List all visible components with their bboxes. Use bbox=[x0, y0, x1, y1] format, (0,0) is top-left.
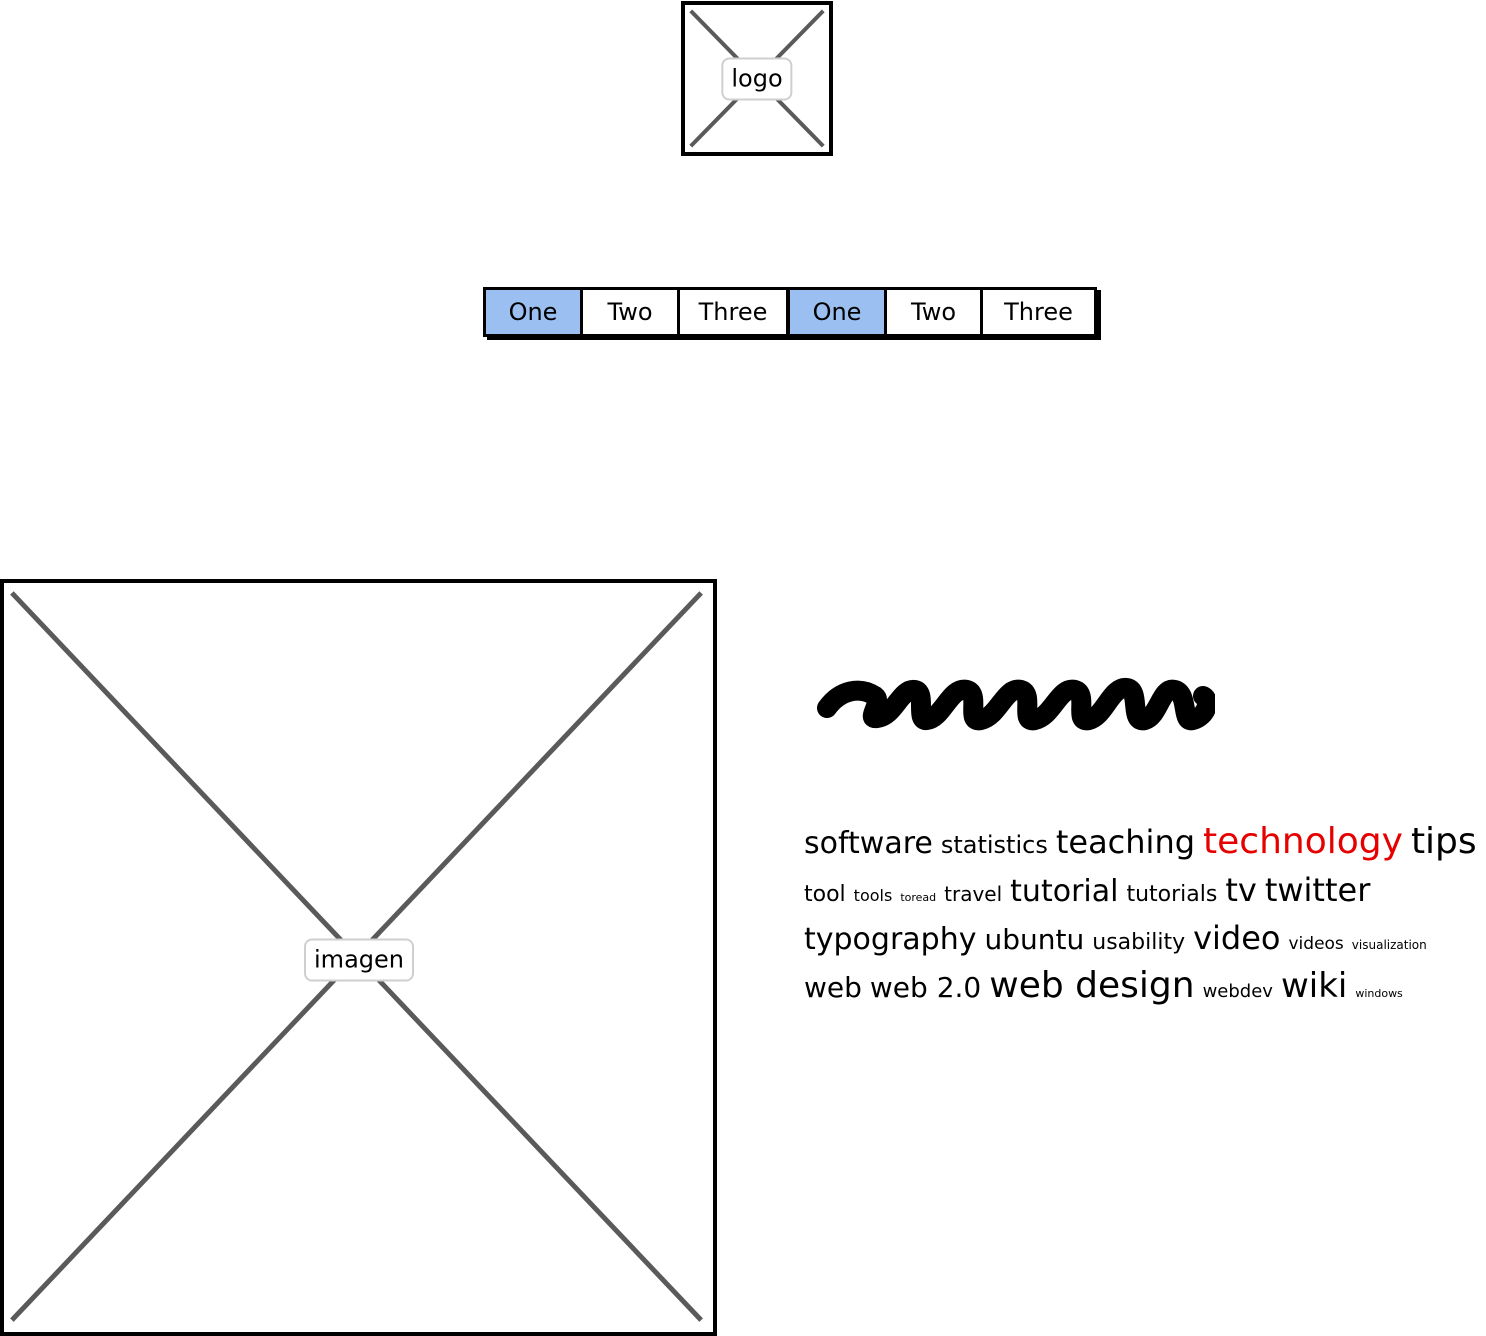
tab-three[interactable]: Three bbox=[680, 290, 786, 334]
tag-link[interactable]: wiki bbox=[1281, 962, 1347, 1010]
tag-link[interactable]: videos bbox=[1289, 920, 1344, 968]
logo-label: logo bbox=[721, 57, 793, 100]
tag-link[interactable]: teaching bbox=[1056, 818, 1195, 866]
tag-link[interactable]: web 2.0 bbox=[870, 964, 981, 1012]
tab-bar-primary: One Two Three bbox=[483, 287, 789, 337]
tag-cloud: software statistics teaching technology tips… bbox=[804, 818, 1477, 1010]
tag-link[interactable]: technology bbox=[1203, 818, 1403, 866]
tab-two[interactable]: Two bbox=[887, 290, 983, 334]
logo-placeholder[interactable]: logo bbox=[681, 1, 833, 156]
image-label: imagen bbox=[304, 938, 414, 982]
scribble-heading bbox=[817, 678, 1215, 731]
tag-link[interactable]: twitter bbox=[1265, 866, 1371, 914]
tab-three[interactable]: Three bbox=[983, 290, 1094, 334]
tag-link[interactable]: statistics bbox=[941, 821, 1048, 869]
tag-link[interactable]: typography bbox=[804, 916, 977, 964]
tag-link[interactable]: ubuntu bbox=[985, 916, 1085, 964]
tag-link[interactable]: usability bbox=[1092, 919, 1185, 967]
image-placeholder[interactable]: imagen bbox=[0, 579, 717, 1336]
tag-link[interactable]: tutorial bbox=[1010, 868, 1118, 916]
tab-two[interactable]: Two bbox=[583, 290, 680, 334]
tab-bar-secondary: One Two Three bbox=[787, 287, 1097, 337]
tag-link[interactable]: web design bbox=[989, 962, 1194, 1010]
tag-link[interactable]: web bbox=[804, 964, 862, 1012]
tag-link[interactable]: software bbox=[804, 820, 933, 868]
tag-cloud-row: software statistics teaching technology tips bbox=[804, 818, 1477, 869]
tag-link[interactable]: tools bbox=[854, 872, 893, 920]
tag-cloud-row: web web 2.0 web design webdev wiki windows bbox=[804, 962, 1474, 1010]
tag-link[interactable]: tv bbox=[1225, 866, 1256, 914]
tab-one[interactable]: One bbox=[790, 290, 887, 334]
tag-link[interactable]: tips bbox=[1411, 818, 1477, 866]
tag-link[interactable]: tool bbox=[804, 871, 846, 919]
tag-link[interactable]: travel bbox=[944, 870, 1002, 918]
tag-link[interactable]: windows bbox=[1355, 970, 1402, 1018]
tab-one[interactable]: One bbox=[486, 290, 583, 334]
tag-cloud-row: typography ubuntu usability video videos visu… bbox=[804, 914, 1474, 962]
tag-link[interactable]: tutorials bbox=[1126, 871, 1217, 919]
tag-cloud-row: tool tools toread travel tutorial tutorials tv… bbox=[804, 866, 1474, 914]
tag-link[interactable]: webdev bbox=[1203, 968, 1273, 1016]
tag-link[interactable]: video bbox=[1193, 914, 1280, 962]
